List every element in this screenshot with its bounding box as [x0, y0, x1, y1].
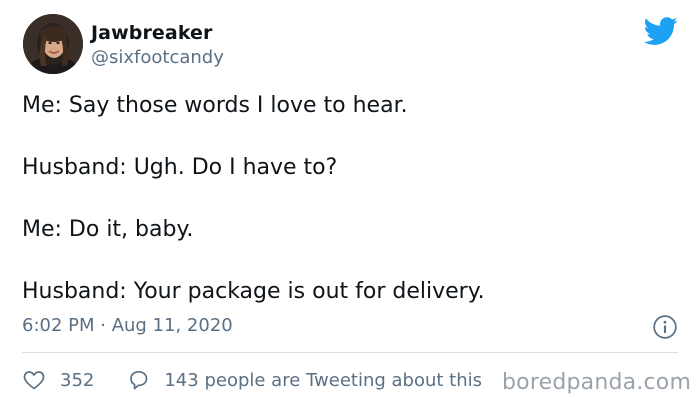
- tweeting-about-button[interactable]: 143 people are Tweeting about this: [127, 368, 482, 392]
- tweet-line: Me: Say those words I love to hear.: [22, 93, 408, 118]
- tweet-timestamp[interactable]: 6:02 PM · Aug 11, 2020: [22, 315, 233, 336]
- like-button[interactable]: 352: [22, 368, 94, 392]
- author-avatar[interactable]: [23, 14, 83, 74]
- author-handle[interactable]: @sixfootcandy: [91, 47, 224, 68]
- divider: [22, 352, 678, 353]
- author-display-name[interactable]: Jawbreaker: [91, 22, 213, 44]
- avatar-photo: [23, 14, 83, 74]
- info-icon[interactable]: [652, 314, 678, 340]
- twitter-bird-icon[interactable]: [644, 14, 678, 48]
- tweet-line: Husband: Your package is out for deliver…: [22, 279, 485, 304]
- boredpanda-watermark: boredpanda.com: [500, 370, 692, 395]
- like-count: 352: [60, 369, 95, 391]
- speech-bubble-icon: [130, 370, 148, 390]
- tweet-actions: 352 143 people are Tweeting about this: [22, 366, 482, 394]
- tweet-line: Husband: Ugh. Do I have to?: [22, 155, 338, 180]
- tweet-line: Me: Do it, baby.: [22, 217, 194, 242]
- tweeting-about-text: 143 people are Tweeting about this: [164, 369, 483, 391]
- heart-icon: [23, 371, 45, 390]
- tweet-body: Me: Say those words I love to hear. Husb…: [22, 90, 672, 307]
- tweet-card: Jawbreaker @sixfootcandy Me: Say those w…: [0, 0, 700, 406]
